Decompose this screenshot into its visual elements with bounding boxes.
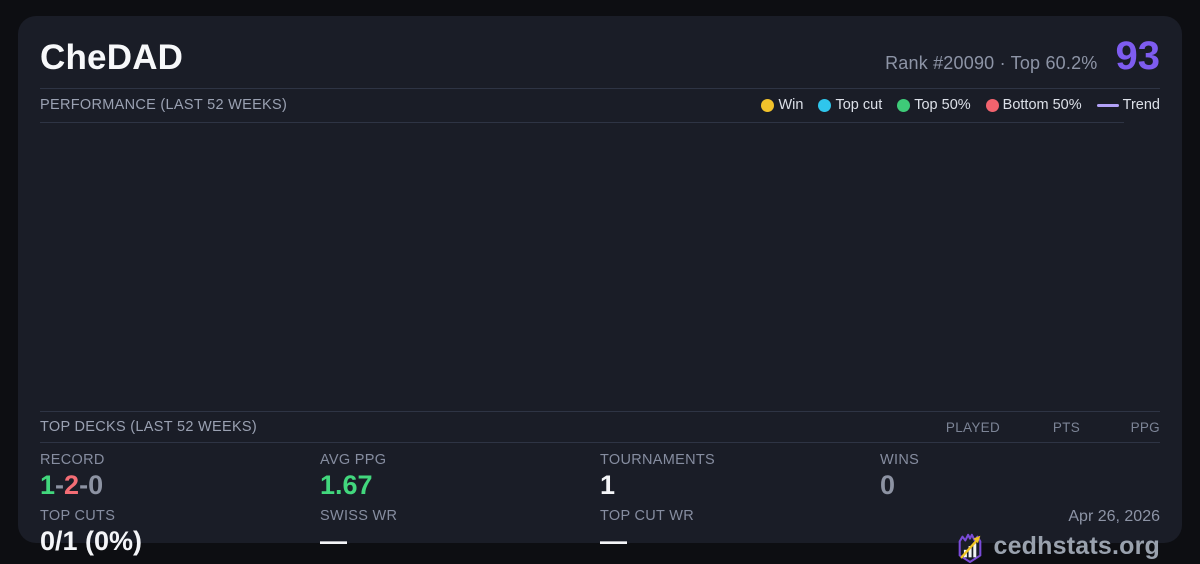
legend-label: Top 50% <box>914 97 970 113</box>
brand-row: cedhstats.org <box>955 530 1160 564</box>
top-50-dot-icon <box>897 99 910 112</box>
record-sep: - <box>79 470 88 500</box>
top-decks-title: TOP DECKS (LAST 52 WEEKS) <box>40 419 257 435</box>
stat-record: RECORD 1-2-0 <box>40 452 320 501</box>
record-value: 1-2-0 <box>40 471 320 501</box>
player-stats-card: CheDAD Rank #20090 · Top 60.2% 93 PERFOR… <box>18 16 1182 543</box>
stat-label: WINS <box>880 452 1160 468</box>
record-wins: 1 <box>40 470 55 500</box>
win-dot-icon <box>761 99 774 112</box>
top-cuts-value: 0/1 (0%) <box>40 527 320 557</box>
legend-label: Bottom 50% <box>1003 97 1082 113</box>
trend-line-icon <box>1097 104 1119 107</box>
top-decks-columns: PLAYED PTS PPG <box>920 420 1160 435</box>
stat-wins: WINS 0 <box>880 452 1160 501</box>
legend-label: Win <box>778 97 803 113</box>
stats-grid: RECORD 1-2-0 AVG PPG 1.67 TOURNAMENTS 1 … <box>40 452 1160 564</box>
record-sep: - <box>55 470 64 500</box>
legend-item-top-50: Top 50% <box>897 97 970 113</box>
stat-label: AVG PPG <box>320 452 600 468</box>
column-header-played: PLAYED <box>920 420 1000 435</box>
stat-label: TOURNAMENTS <box>600 452 880 468</box>
rank-text: Rank #20090 · Top 60.2% <box>885 53 1097 74</box>
legend-label: Trend <box>1123 97 1160 113</box>
cedhstats-logo-icon <box>955 530 985 564</box>
top-cut-wr-value: — <box>600 527 880 557</box>
column-header-ppg: PPG <box>1090 420 1160 435</box>
column-header-pts: PTS <box>1010 420 1080 435</box>
header-rank-group: Rank #20090 · Top 60.2% 93 <box>885 36 1160 76</box>
bottom-50-dot-icon <box>986 99 999 112</box>
stat-top-cuts: TOP CUTS 0/1 (0%) <box>40 508 320 564</box>
record-draws: 0 <box>88 470 103 500</box>
brand-name: cedhstats.org <box>993 532 1160 561</box>
stat-top-cut-wr: TOP CUT WR — <box>600 508 880 564</box>
legend-item-win: Win <box>761 97 803 113</box>
top-cut-dot-icon <box>818 99 831 112</box>
swiss-wr-value: — <box>320 527 600 557</box>
card-header: CheDAD Rank #20090 · Top 60.2% 93 <box>40 32 1160 78</box>
page-title: CheDAD <box>40 38 183 78</box>
stat-label: RECORD <box>40 452 320 468</box>
tournaments-value: 1 <box>600 471 880 501</box>
top-decks-header: TOP DECKS (LAST 52 WEEKS) PLAYED PTS PPG <box>40 412 1160 442</box>
record-losses: 2 <box>64 470 79 500</box>
top-decks-bottom-divider <box>40 442 1160 443</box>
legend-item-top-cut: Top cut <box>818 97 882 113</box>
legend-label: Top cut <box>835 97 882 113</box>
stat-avg-ppg: AVG PPG 1.67 <box>320 452 600 501</box>
stat-label: TOP CUT WR <box>600 508 880 524</box>
chart-legend: Win Top cut Top 50% Bottom 50% Trend <box>761 97 1160 113</box>
date-label: Apr 26, 2026 <box>1068 508 1160 526</box>
stat-tournaments: TOURNAMENTS 1 <box>600 452 880 501</box>
stat-label: SWISS WR <box>320 508 600 524</box>
avg-ppg-value: 1.67 <box>320 471 600 501</box>
legend-item-bottom-50: Bottom 50% <box>986 97 1082 113</box>
stat-swiss-wr: SWISS WR — <box>320 508 600 564</box>
performance-chart <box>40 123 1160 411</box>
wins-value: 0 <box>880 471 1160 501</box>
stat-label: TOP CUTS <box>40 508 320 524</box>
score-value: 93 <box>1116 36 1161 76</box>
card-footer: Apr 26, 2026 cedhstats.org <box>880 508 1160 564</box>
legend-item-trend: Trend <box>1097 97 1160 113</box>
performance-header: PERFORMANCE (LAST 52 WEEKS) Win Top cut … <box>40 89 1160 122</box>
performance-title: PERFORMANCE (LAST 52 WEEKS) <box>40 97 287 113</box>
